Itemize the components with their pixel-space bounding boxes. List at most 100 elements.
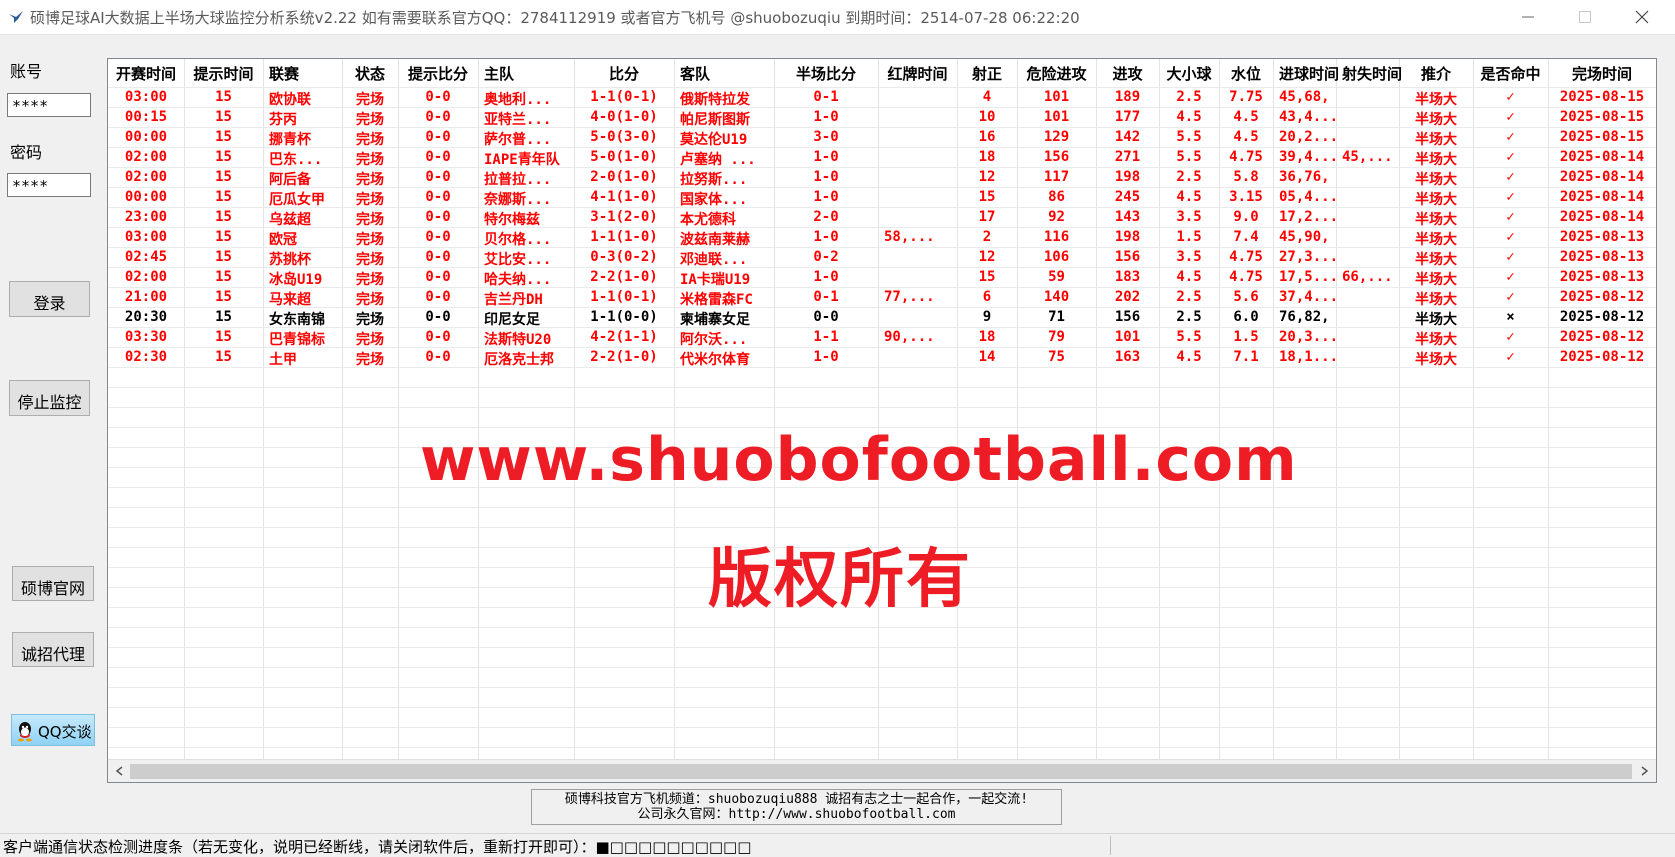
table-cell: 2025-08-12 xyxy=(1559,309,1645,325)
table-cell: 36,76, xyxy=(1279,169,1330,185)
close-button[interactable] xyxy=(1614,0,1670,34)
table-cell: 189 xyxy=(1114,89,1141,105)
table-cell: 77,... xyxy=(884,289,935,305)
table-cell: 4-0(1-0) xyxy=(590,109,658,125)
match-table[interactable]: 开赛时间 提示时间 联赛 状态 提示比分 主队 比分 客队 半场比分 红牌时间 射正 危险进攻 进攻 大小… xyxy=(107,58,1657,783)
table-cell: 欧协联 xyxy=(269,92,311,108)
table-cell: 6.0 xyxy=(1233,309,1259,325)
title-bar: 硕博足球AI大数据上半场大球监控分析系统v2.22 如有需要联系官方QQ：278… xyxy=(0,0,1675,35)
column-header[interactable]: 比分 xyxy=(574,63,674,85)
column-header[interactable]: 射正 xyxy=(957,63,1017,85)
table-cell: 0-0 xyxy=(425,329,451,345)
table-row[interactable]: 02:30 15 土甲 完场 0-0 厄洛克士邦 2-2(1-0) 代米尔体育 1-0 14 75 1… xyxy=(108,348,1656,368)
table-cell: 66,... xyxy=(1342,269,1393,285)
table-cell: 45,... xyxy=(1342,149,1393,165)
table-cell: 92 xyxy=(1048,209,1065,225)
table-row[interactable]: 03:30 15 巴青锦标 完场 0-0 法斯特U20 4-2(1-1) 阿尔沃... 1-1 9… xyxy=(108,328,1656,348)
table-cell: 27,3... xyxy=(1279,249,1339,265)
table-cell: 7.75 xyxy=(1229,89,1263,105)
column-header[interactable]: 红牌时间 xyxy=(878,63,957,85)
column-header[interactable]: 进球时间 xyxy=(1273,63,1339,85)
table-cell: 00:00 xyxy=(124,189,168,205)
column-header[interactable]: 主队 xyxy=(478,63,574,85)
official-site-button[interactable]: 硕博官网 xyxy=(12,566,94,601)
column-header[interactable]: 开赛时间 xyxy=(108,63,184,85)
window-title: 硕博足球AI大数据上半场大球监控分析系统v2.22 如有需要联系官方QQ：278… xyxy=(30,9,1080,27)
table-cell: 欧冠 xyxy=(269,232,297,248)
table-cell: 7.1 xyxy=(1233,349,1259,365)
table-row[interactable]: 02:00 15 阿后备 完场 0-0 拉普拉... 2-0(1-0) 拉努斯... 1-0 12… xyxy=(108,168,1656,188)
table-row[interactable]: 21:00 15 马来超 完场 0-0 吉兰丹DH 1-1(0-1) 米格雷森FC 0-1 77,… xyxy=(108,288,1656,308)
column-header[interactable]: 推介 xyxy=(1399,63,1473,85)
table-row[interactable]: 23:00 15 乌兹超 完场 0-0 特尔梅兹 3-1(2-0) 本尤德科 2-0 17 92 14… xyxy=(108,208,1656,228)
qq-chat-label: QQ交谈 xyxy=(38,723,92,741)
table-cell: 129 xyxy=(1043,129,1070,145)
table-cell xyxy=(1336,89,1399,109)
table-row[interactable]: 02:00 15 巴东... 完场 0-0 IAPE青年队 5-0(1-0) 卢塞纳 ... 1… xyxy=(108,148,1656,168)
table-cell: 厄洛克士邦 xyxy=(484,352,554,368)
qq-chat-button[interactable]: QQ交谈 xyxy=(11,714,95,746)
table-cell: 101 xyxy=(1114,329,1141,345)
table-cell xyxy=(1336,349,1399,369)
table-cell: 波兹南莱赫 xyxy=(680,232,750,248)
table-row[interactable]: 00:00 15 挪青杯 完场 0-0 萨尔普... 5-0(3-0) 莫达伦U19 3-0 16… xyxy=(108,128,1656,148)
agent-recruit-button[interactable]: 诚招代理 xyxy=(12,632,94,667)
password-input[interactable]: **** xyxy=(7,173,91,197)
column-header[interactable]: 大小球 xyxy=(1159,63,1219,85)
horizontal-scrollbar[interactable] xyxy=(108,759,1656,782)
table-row[interactable]: 03:00 15 欧冠 完场 0-0 贝尔格... 1-1(1-0) 波兹南莱赫 1-0 58,.… xyxy=(108,228,1656,248)
table-row[interactable]: 00:15 15 芬丙 完场 0-0 亚特兰... 4-0(1-0) 帕尼斯图斯 1-0 10 10… xyxy=(108,108,1656,128)
table-cell: 苏挑杯 xyxy=(269,252,311,268)
table-cell: 半场大 xyxy=(1415,292,1457,308)
column-header[interactable]: 是否命中 xyxy=(1473,63,1548,85)
table-cell: 0-0 xyxy=(425,109,451,125)
table-cell: 17,5... xyxy=(1279,269,1339,285)
column-header[interactable]: 射失时间 xyxy=(1336,63,1402,85)
column-header[interactable]: 完场时间 xyxy=(1548,63,1656,85)
stop-monitor-button[interactable]: 停止监控 xyxy=(9,380,90,416)
scroll-thumb[interactable] xyxy=(130,764,1632,779)
table-cell: 完场 xyxy=(356,192,384,208)
column-header[interactable]: 进攻 xyxy=(1096,63,1159,85)
table-cell: 完场 xyxy=(356,212,384,228)
table-cell: 5.5 xyxy=(1176,329,1202,345)
table-row[interactable]: 02:00 15 冰岛U19 完场 0-0 哈夫纳... 2-2(1-0) IA卡瑞U19 1-… xyxy=(108,268,1656,288)
column-header[interactable]: 水位 xyxy=(1219,63,1273,85)
table-cell: 271 xyxy=(1114,149,1141,165)
table-row[interactable]: 03:00 15 欧协联 完场 0-0 奥地利... 1-1(0-1) 俄斯特拉发 0-1 4 10… xyxy=(108,88,1656,108)
table-cell: 挪青杯 xyxy=(269,132,311,148)
table-cell: 1-0 xyxy=(813,169,839,185)
table-row[interactable]: 00:00 15 厄瓜女甲 完场 0-0 奈娜斯... 4-1(1-0) 国家体... 1-0 1… xyxy=(108,188,1656,208)
account-input[interactable]: **** xyxy=(7,93,91,117)
minimize-button[interactable] xyxy=(1500,0,1556,34)
table-cell: 1-1(0-0) xyxy=(590,309,658,325)
maximize-icon xyxy=(1579,11,1591,23)
column-header[interactable]: 半场比分 xyxy=(774,63,878,85)
table-cell xyxy=(1336,249,1399,269)
grid-row-divider xyxy=(108,507,1656,508)
table-cell: 15 xyxy=(215,249,232,265)
table-cell: 2-0 xyxy=(813,209,839,225)
table-cell xyxy=(1336,169,1399,189)
table-cell: 15 xyxy=(215,169,232,185)
login-button[interactable]: 登录 xyxy=(9,281,90,317)
table-cell: 43,4... xyxy=(1279,109,1339,125)
column-header[interactable]: 客队 xyxy=(674,63,774,85)
table-row[interactable]: 02:45 15 苏挑杯 完场 0-0 艾比安... 0-3(0-2) 邓迪联... 0-2 12… xyxy=(108,248,1656,268)
column-header[interactable]: 联赛 xyxy=(263,63,342,85)
scroll-left-icon[interactable] xyxy=(114,765,126,777)
table-cell: 0-0 xyxy=(425,89,451,105)
table-cell xyxy=(1336,309,1399,329)
column-header[interactable]: 状态 xyxy=(342,63,398,85)
scroll-right-icon[interactable] xyxy=(1638,765,1650,777)
notice-line-2: 公司永久官网：http://www.shuobofootball.com xyxy=(637,807,956,822)
column-header[interactable]: 危险进攻 xyxy=(1017,63,1096,85)
column-header[interactable]: 提示比分 xyxy=(398,63,478,85)
table-row[interactable]: 20:30 15 女东南锦 完场 0-0 印尼女足 1-1(0-0) 柬埔寨女足 0-0 9 71 1… xyxy=(108,308,1656,328)
table-cell: 3.5 xyxy=(1176,249,1202,265)
table-cell: 2-2(1-0) xyxy=(590,349,658,365)
table-cell: 半场大 xyxy=(1415,192,1457,208)
column-header[interactable]: 提示时间 xyxy=(184,63,263,85)
table-cell: 完场 xyxy=(356,92,384,108)
maximize-button[interactable] xyxy=(1557,0,1613,34)
